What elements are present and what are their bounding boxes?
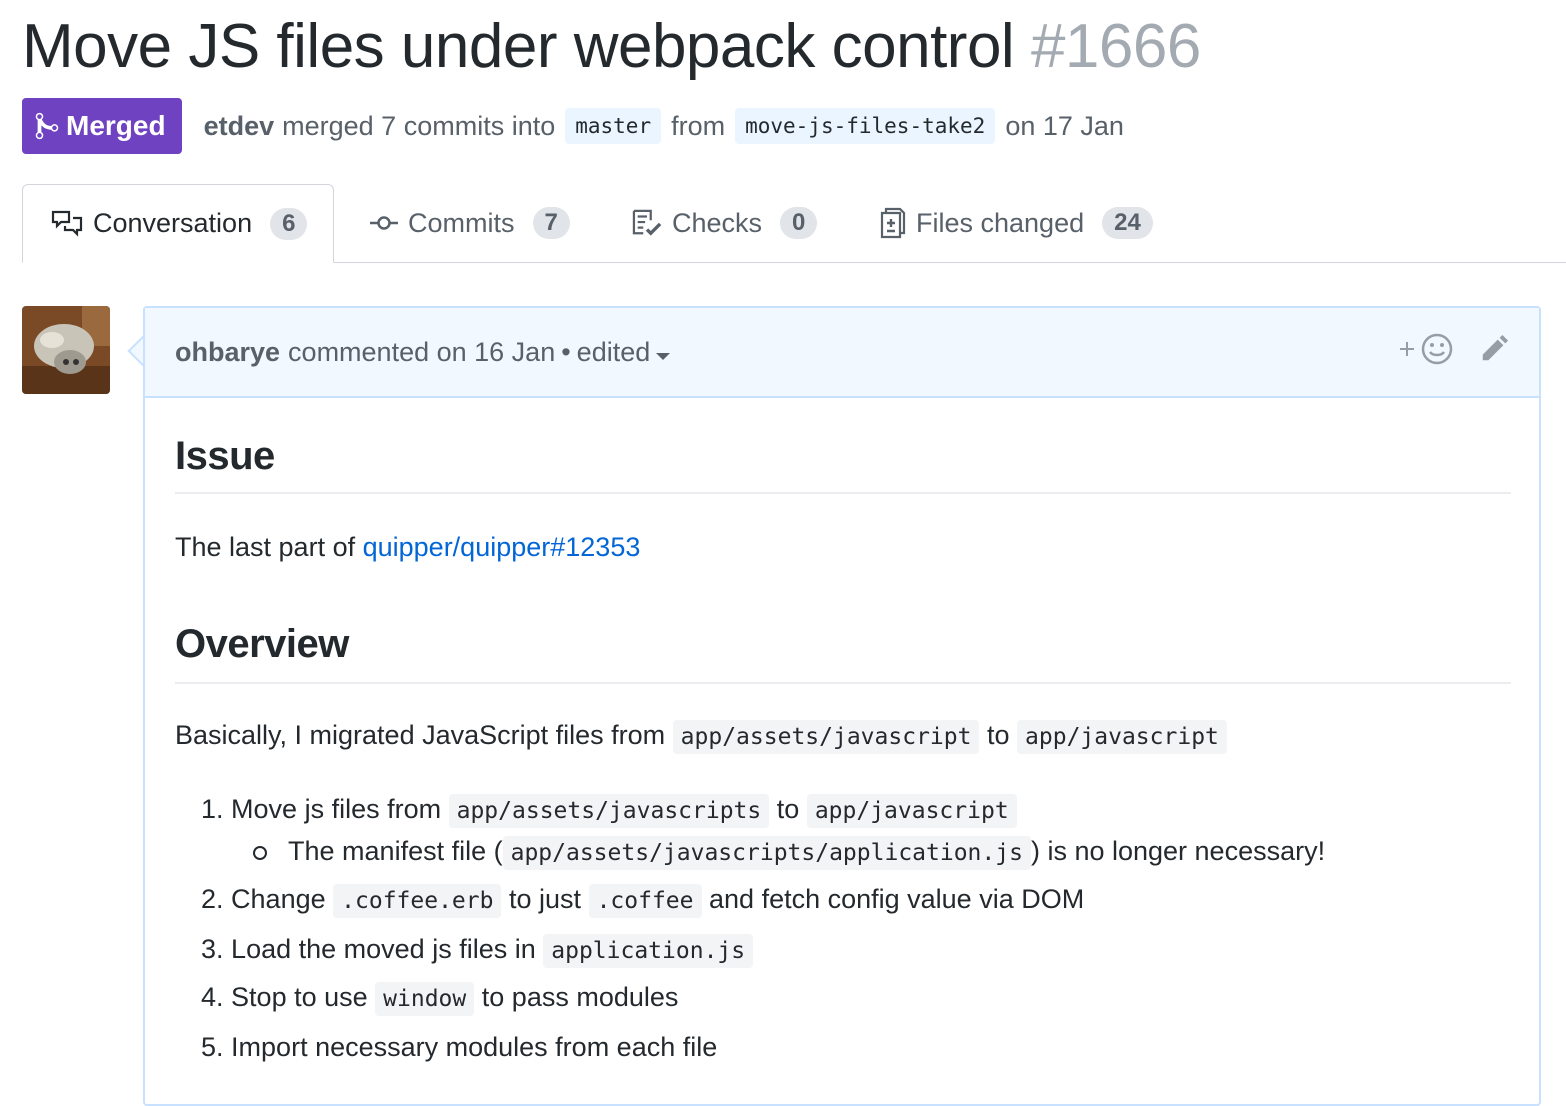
commented-text: commented on 16 Jan (288, 336, 556, 367)
pencil-icon[interactable] (1479, 334, 1509, 371)
tab-count: 6 (270, 207, 308, 240)
base-branch[interactable]: master (565, 108, 662, 144)
merged-by-link[interactable]: etdev (204, 111, 275, 142)
tab-count: 7 (532, 207, 570, 239)
code-span: app/assets/javascript (672, 720, 980, 754)
list-text: The manifest file ( (288, 836, 503, 866)
code-span: app/assets/javascripts/application.js (502, 836, 1031, 870)
from-text: from (671, 110, 726, 141)
list-number: 3. (201, 934, 224, 964)
checklist-icon (632, 209, 662, 237)
pr-title-row: Move JS files under webpack control #166… (22, 10, 1201, 84)
list-number: 1. (201, 794, 224, 824)
pr-meta: Merged etdev merged 7 commits into maste… (22, 98, 1124, 154)
list-item: 3. Load the moved js files in applicatio… (201, 934, 754, 968)
merged-text: merged 7 commits into (282, 110, 556, 141)
pr-title: Move JS files under webpack control (22, 12, 1015, 81)
bullet-icon (253, 845, 267, 860)
comment-actions (1399, 308, 1509, 396)
pr-number: #1666 (1030, 12, 1201, 81)
list-text: and fetch config value via DOM (709, 884, 1085, 914)
tab-label: Conversation (93, 208, 253, 238)
list-text: Import necessary modules from each file (231, 1032, 718, 1062)
tab-label: Commits (408, 207, 515, 238)
list-text: Move js files from (231, 794, 442, 824)
tab-commits[interactable]: Commits 7 (370, 184, 570, 262)
code-span: app/javascript (806, 794, 1017, 828)
merge-date: on 17 Jan (1005, 110, 1124, 141)
separator: • (561, 336, 571, 367)
comment-author[interactable]: ohbarye (175, 337, 280, 368)
git-merge-icon (34, 111, 60, 141)
triangle-down-icon (656, 337, 671, 368)
code-span: app/assets/javascripts (448, 794, 770, 828)
list-text: Load the moved js files in (231, 934, 536, 964)
state-label: Merged (66, 110, 166, 141)
list-text: Change (231, 884, 326, 914)
list-text: to just (509, 884, 582, 914)
tab-files-changed[interactable]: Files changed 24 (880, 184, 1153, 262)
tab-count: 0 (780, 207, 818, 239)
overview-paragraph: Basically, I migrated JavaScript files f… (175, 720, 1227, 754)
tab-label: Files changed (916, 207, 1085, 238)
overview-text: to (986, 720, 1010, 750)
issue-text: The last part of (175, 532, 356, 562)
list-number: 5. (201, 1032, 224, 1062)
comment-discussion-icon (51, 210, 83, 238)
list-text: Stop to use (231, 982, 368, 1012)
code-span: .coffee (588, 884, 702, 918)
list-item: 1. Move js files from app/assets/javascr… (201, 794, 1017, 828)
tab-count: 24 (1102, 207, 1153, 239)
tab-checks[interactable]: Checks 0 (632, 184, 818, 262)
edited-dropdown[interactable]: edited (577, 337, 671, 368)
git-commit-icon (370, 215, 398, 231)
edited-label: edited (576, 336, 651, 367)
code-span: window (375, 982, 475, 1016)
tab-conversation[interactable]: Conversation 6 (22, 184, 334, 263)
pr-tabs: Conversation 6 Commits 7 Checks 0 Files … (22, 184, 1566, 263)
divider (175, 682, 1511, 684)
list-item: 2. Change .coffee.erb to just .coffee an… (201, 884, 1085, 918)
diff-icon (880, 207, 906, 239)
comment-header: ohbarye commented on 16 Jan • edited (145, 308, 1539, 398)
avatar[interactable] (22, 306, 110, 394)
head-branch[interactable]: move-js-files-take2 (735, 108, 996, 144)
tab-label: Checks (672, 207, 763, 238)
list-number: 4. (201, 982, 224, 1012)
add-reaction-icon[interactable] (1399, 332, 1455, 373)
issue-link[interactable]: quipper/quipper#12353 (363, 532, 641, 562)
comment-box: ohbarye commented on 16 Jan • edited Iss… (143, 306, 1541, 1106)
list-text: to (776, 794, 800, 824)
list-text: ) is no longer necessary! (1030, 836, 1326, 866)
divider (175, 492, 1511, 494)
list-item: 5. Import necessary modules from each fi… (201, 1032, 717, 1063)
overview-heading: Overview (175, 622, 349, 666)
overview-text: Basically, I migrated JavaScript files f… (175, 720, 666, 750)
list-number: 2. (201, 884, 224, 914)
list-text: to pass modules (481, 982, 679, 1012)
code-span: app/javascript (1017, 720, 1227, 754)
issue-heading: Issue (175, 434, 275, 478)
code-span: .coffee.erb (333, 884, 502, 918)
code-span: application.js (543, 934, 754, 968)
list-item: 4. Stop to use window to pass modules (201, 982, 679, 1016)
issue-paragraph: The last part of quipper/quipper#12353 (175, 532, 640, 563)
sub-list-item: The manifest file (app/assets/javascript… (253, 836, 1326, 870)
state-badge: Merged (22, 98, 182, 154)
